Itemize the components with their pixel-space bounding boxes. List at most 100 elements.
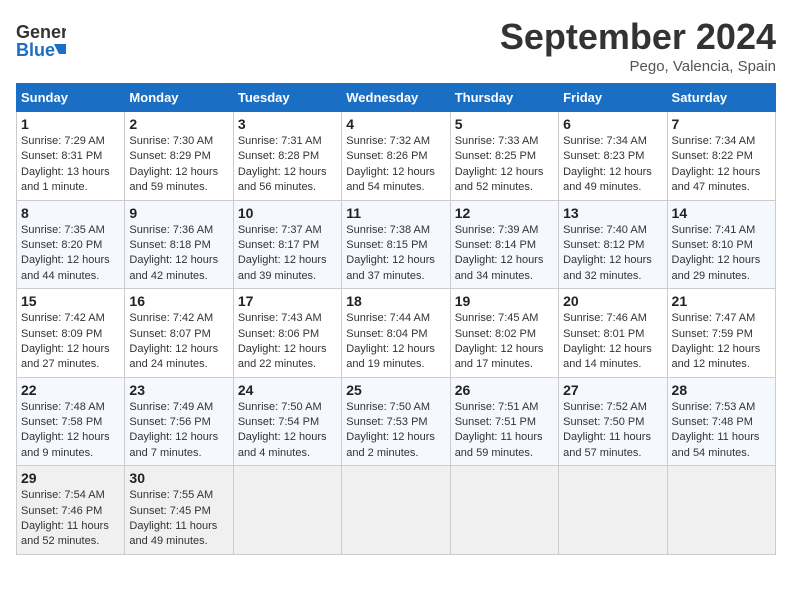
- cell-info: Sunrise: 7:34 AMSunset: 8:23 PMDaylight:…: [563, 135, 652, 193]
- week-row-1: 1 Sunrise: 7:29 AMSunset: 8:31 PMDaylight…: [17, 112, 776, 201]
- col-header-tuesday: Tuesday: [233, 84, 341, 112]
- day-number: 15: [21, 293, 120, 309]
- cell-info: Sunrise: 7:50 AMSunset: 7:54 PMDaylight:…: [238, 401, 327, 459]
- cell-info: Sunrise: 7:35 AMSunset: 8:20 PMDaylight:…: [21, 224, 110, 282]
- cell-info: Sunrise: 7:40 AMSunset: 8:12 PMDaylight:…: [563, 224, 652, 282]
- calendar-cell-28: 28 Sunrise: 7:53 AMSunset: 7:48 PMDayligh…: [667, 377, 775, 466]
- cell-info: Sunrise: 7:34 AMSunset: 8:22 PMDaylight:…: [672, 135, 761, 193]
- calendar-cell: [667, 466, 775, 555]
- week-row-2: 8 Sunrise: 7:35 AMSunset: 8:20 PMDaylight…: [17, 200, 776, 289]
- calendar-cell-3: 3Sunrise: 7:31 AMSunset: 8:28 PMDaylight…: [233, 112, 341, 201]
- calendar-cell-12: 12Sunrise: 7:39 AMSunset: 8:14 PMDayligh…: [450, 200, 558, 289]
- day-number: 29: [21, 470, 120, 486]
- page-header: General Blue September 2024 Pego, Valenc…: [16, 16, 776, 75]
- calendar-cell-19: 19 Sunrise: 7:45 AMSunset: 8:02 PMDayligh…: [450, 289, 558, 378]
- cell-info: Sunrise: 7:50 AMSunset: 7:53 PMDaylight:…: [346, 401, 435, 459]
- calendar-table: SundayMondayTuesdayWednesdayThursdayFrid…: [16, 83, 776, 555]
- cell-info: Sunrise: 7:53 AMSunset: 7:48 PMDaylight:…: [672, 401, 760, 459]
- week-row-5: 29 Sunrise: 7:54 AMSunset: 7:46 PMDayligh…: [17, 466, 776, 555]
- calendar-cell-7: 7 Sunrise: 7:34 AMSunset: 8:22 PMDaylight…: [667, 112, 775, 201]
- svg-text:General: General: [16, 22, 66, 42]
- day-number: 10: [238, 205, 337, 221]
- cell-info: Sunrise: 7:29 AMSunset: 8:31 PMDaylight:…: [21, 135, 110, 193]
- month-title: September 2024: [500, 16, 776, 58]
- day-number: 13: [563, 205, 662, 221]
- col-header-wednesday: Wednesday: [342, 84, 450, 112]
- week-row-4: 22Sunrise: 7:48 AMSunset: 7:58 PMDayligh…: [17, 377, 776, 466]
- title-block: September 2024 Pego, Valencia, Spain: [500, 16, 776, 75]
- day-number: 23: [129, 382, 228, 398]
- week-row-3: 15 Sunrise: 7:42 AMSunset: 8:09 PMDayligh…: [17, 289, 776, 378]
- cell-info: Sunrise: 7:39 AMSunset: 8:14 PMDaylight:…: [455, 224, 544, 282]
- col-header-friday: Friday: [559, 84, 667, 112]
- calendar-cell-9: 9 Sunrise: 7:36 AMSunset: 8:18 PMDaylight…: [125, 200, 233, 289]
- day-number: 27: [563, 382, 662, 398]
- calendar-cell-10: 10Sunrise: 7:37 AMSunset: 8:17 PMDayligh…: [233, 200, 341, 289]
- calendar-cell-26: 26Sunrise: 7:51 AMSunset: 7:51 PMDayligh…: [450, 377, 558, 466]
- calendar-cell-8: 8 Sunrise: 7:35 AMSunset: 8:20 PMDaylight…: [17, 200, 125, 289]
- calendar-cell-2: 2 Sunrise: 7:30 AMSunset: 8:29 PMDaylight…: [125, 112, 233, 201]
- calendar-cell-22: 22Sunrise: 7:48 AMSunset: 7:58 PMDayligh…: [17, 377, 125, 466]
- calendar-cell-6: 6 Sunrise: 7:34 AMSunset: 8:23 PMDaylight…: [559, 112, 667, 201]
- calendar-cell-29: 29 Sunrise: 7:54 AMSunset: 7:46 PMDayligh…: [17, 466, 125, 555]
- cell-info: Sunrise: 7:30 AMSunset: 8:29 PMDaylight:…: [129, 135, 218, 193]
- day-number: 17: [238, 293, 337, 309]
- cell-info: Sunrise: 7:42 AMSunset: 8:07 PMDaylight:…: [129, 312, 218, 370]
- calendar-cell-13: 13 Sunrise: 7:40 AMSunset: 8:12 PMDayligh…: [559, 200, 667, 289]
- cell-info: Sunrise: 7:45 AMSunset: 8:02 PMDaylight:…: [455, 312, 544, 370]
- day-number: 1: [21, 116, 120, 132]
- col-header-sunday: Sunday: [17, 84, 125, 112]
- cell-info: Sunrise: 7:36 AMSunset: 8:18 PMDaylight:…: [129, 224, 218, 282]
- day-number: 7: [672, 116, 771, 132]
- cell-info: Sunrise: 7:47 AMSunset: 7:59 PMDaylight:…: [672, 312, 761, 370]
- cell-info: Sunrise: 7:43 AMSunset: 8:06 PMDaylight:…: [238, 312, 327, 370]
- day-number: 14: [672, 205, 771, 221]
- day-number: 20: [563, 293, 662, 309]
- calendar-cell: [450, 466, 558, 555]
- cell-info: Sunrise: 7:42 AMSunset: 8:09 PMDaylight:…: [21, 312, 110, 370]
- cell-info: Sunrise: 7:32 AMSunset: 8:26 PMDaylight:…: [346, 135, 435, 193]
- col-header-monday: Monday: [125, 84, 233, 112]
- day-number: 18: [346, 293, 445, 309]
- svg-text:Blue: Blue: [16, 40, 55, 60]
- cell-info: Sunrise: 7:38 AMSunset: 8:15 PMDaylight:…: [346, 224, 435, 282]
- cell-info: Sunrise: 7:52 AMSunset: 7:50 PMDaylight:…: [563, 401, 651, 459]
- day-number: 19: [455, 293, 554, 309]
- cell-info: Sunrise: 7:46 AMSunset: 8:01 PMDaylight:…: [563, 312, 652, 370]
- cell-info: Sunrise: 7:33 AMSunset: 8:25 PMDaylight:…: [455, 135, 544, 193]
- cell-info: Sunrise: 7:54 AMSunset: 7:46 PMDaylight:…: [21, 489, 109, 547]
- calendar-cell: [342, 466, 450, 555]
- logo-icon: General Blue: [16, 16, 66, 66]
- calendar-cell-20: 20 Sunrise: 7:46 AMSunset: 8:01 PMDayligh…: [559, 289, 667, 378]
- cell-info: Sunrise: 7:44 AMSunset: 8:04 PMDaylight:…: [346, 312, 435, 370]
- calendar-cell-25: 25Sunrise: 7:50 AMSunset: 7:53 PMDayligh…: [342, 377, 450, 466]
- logo: General Blue: [16, 16, 66, 66]
- day-number: 22: [21, 382, 120, 398]
- day-number: 4: [346, 116, 445, 132]
- calendar-cell-1: 1 Sunrise: 7:29 AMSunset: 8:31 PMDaylight…: [17, 112, 125, 201]
- calendar-cell-15: 15 Sunrise: 7:42 AMSunset: 8:09 PMDayligh…: [17, 289, 125, 378]
- day-number: 28: [672, 382, 771, 398]
- day-number: 9: [129, 205, 228, 221]
- day-number: 8: [21, 205, 120, 221]
- day-number: 6: [563, 116, 662, 132]
- day-number: 16: [129, 293, 228, 309]
- cell-info: Sunrise: 7:55 AMSunset: 7:45 PMDaylight:…: [129, 489, 217, 547]
- calendar-cell-27: 27 Sunrise: 7:52 AMSunset: 7:50 PMDayligh…: [559, 377, 667, 466]
- cell-info: Sunrise: 7:31 AMSunset: 8:28 PMDaylight:…: [238, 135, 327, 193]
- day-number: 11: [346, 205, 445, 221]
- calendar-cell-17: 17 Sunrise: 7:43 AMSunset: 8:06 PMDayligh…: [233, 289, 341, 378]
- location: Pego, Valencia, Spain: [500, 58, 776, 75]
- day-number: 21: [672, 293, 771, 309]
- calendar-cell-21: 21 Sunrise: 7:47 AMSunset: 7:59 PMDayligh…: [667, 289, 775, 378]
- day-number: 2: [129, 116, 228, 132]
- cell-info: Sunrise: 7:49 AMSunset: 7:56 PMDaylight:…: [129, 401, 218, 459]
- day-number: 24: [238, 382, 337, 398]
- calendar-cell-11: 11 Sunrise: 7:38 AMSunset: 8:15 PMDayligh…: [342, 200, 450, 289]
- calendar-cell-30: 30Sunrise: 7:55 AMSunset: 7:45 PMDayligh…: [125, 466, 233, 555]
- calendar-cell-23: 23 Sunrise: 7:49 AMSunset: 7:56 PMDayligh…: [125, 377, 233, 466]
- calendar-cell-24: 24 Sunrise: 7:50 AMSunset: 7:54 PMDayligh…: [233, 377, 341, 466]
- calendar-cell-4: 4 Sunrise: 7:32 AMSunset: 8:26 PMDaylight…: [342, 112, 450, 201]
- calendar-cell-18: 18 Sunrise: 7:44 AMSunset: 8:04 PMDayligh…: [342, 289, 450, 378]
- col-header-thursday: Thursday: [450, 84, 558, 112]
